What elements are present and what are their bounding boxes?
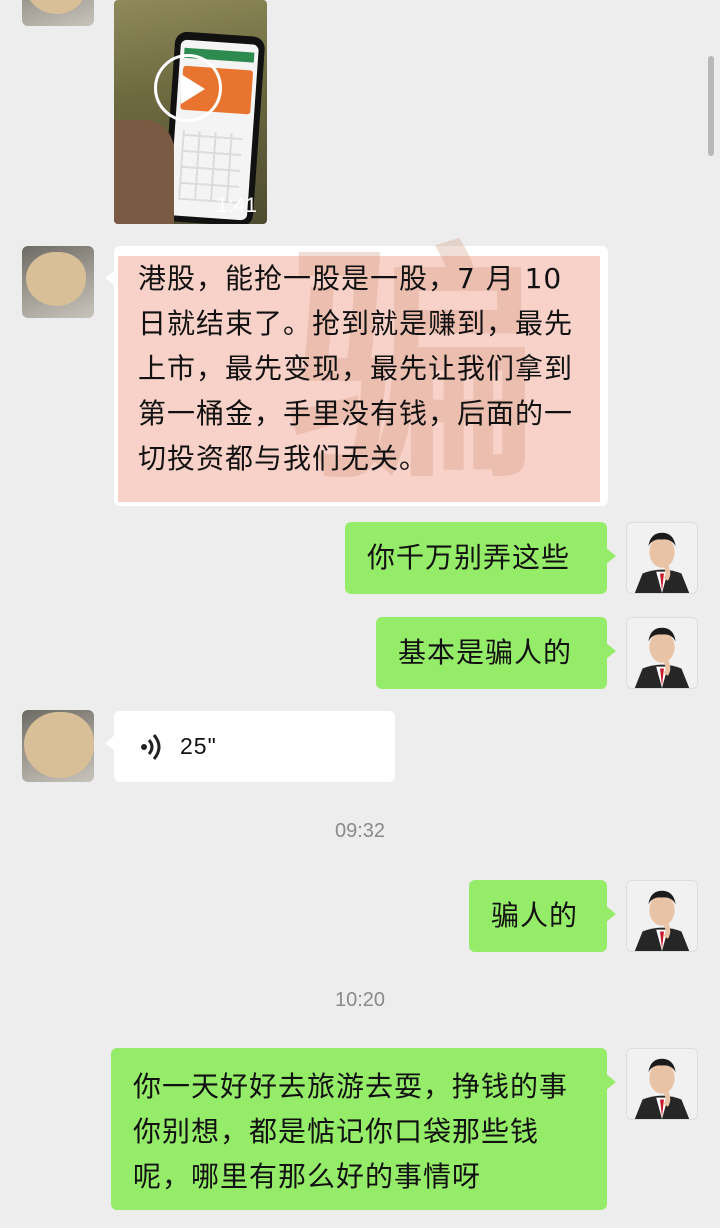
avatar-blur: [24, 712, 94, 778]
contact-avatar[interactable]: [22, 0, 94, 26]
contact-avatar[interactable]: [22, 246, 94, 318]
video-duration: 1:41: [216, 194, 257, 217]
contact-avatar[interactable]: [22, 710, 94, 782]
self-avatar[interactable]: [626, 880, 698, 952]
avatar-portrait: [627, 881, 697, 951]
reply-bubble-1[interactable]: 你千万别弄这些: [345, 522, 616, 594]
avatar-portrait: [627, 523, 697, 593]
reply-text: 骗人的: [491, 899, 579, 932]
timestamp: 10:20: [334, 989, 386, 1011]
self-avatar[interactable]: [626, 522, 698, 594]
avatar-portrait: [627, 1049, 697, 1119]
video-message[interactable]: 1:41: [114, 0, 267, 224]
reply-text: 你一天好好去旅游去耍，挣钱的事你别想，都是惦记你口袋那些钱呢，哪里有那么好的事情…: [133, 1070, 569, 1193]
reply-bubble-4[interactable]: 你一天好好去旅游去耍，挣钱的事你别想，都是惦记你口袋那些钱呢，哪里有那么好的事情…: [111, 1048, 616, 1210]
timestamp: 09:32: [334, 820, 386, 842]
play-icon[interactable]: [154, 54, 222, 122]
scrollbar[interactable]: [708, 56, 714, 156]
avatar-portrait: [627, 618, 697, 688]
avatar-blur: [26, 0, 86, 14]
reply-text: 你千万别弄这些: [367, 541, 571, 574]
video-thumbnail-hand: [114, 120, 174, 224]
voice-duration: 25": [180, 733, 217, 759]
avatar-blur: [26, 252, 86, 306]
reply-bubble-3[interactable]: 骗人的: [469, 880, 616, 952]
self-avatar[interactable]: [626, 617, 698, 689]
reply-bubble-2[interactable]: 基本是骗人的: [376, 617, 616, 689]
self-avatar[interactable]: [626, 1048, 698, 1120]
reply-text: 基本是骗人的: [398, 636, 573, 669]
voice-message-bubble[interactable]: 25": [105, 711, 395, 782]
stock-post-text: 港股，能抢一股是一股，7 月 10 日就结束了。抢到就是赚到，最先上市，最先变现…: [138, 262, 574, 475]
voice-wave-icon: [141, 734, 161, 760]
chat-view: 1:41 骗 港股，能抢一股是一股，7 月 10 日就结束了。抢到就是赚到，最先…: [0, 0, 720, 1228]
stock-post-bubble[interactable]: 骗 港股，能抢一股是一股，7 月 10 日就结束了。抢到就是赚到，最先上市，最先…: [105, 219, 608, 513]
